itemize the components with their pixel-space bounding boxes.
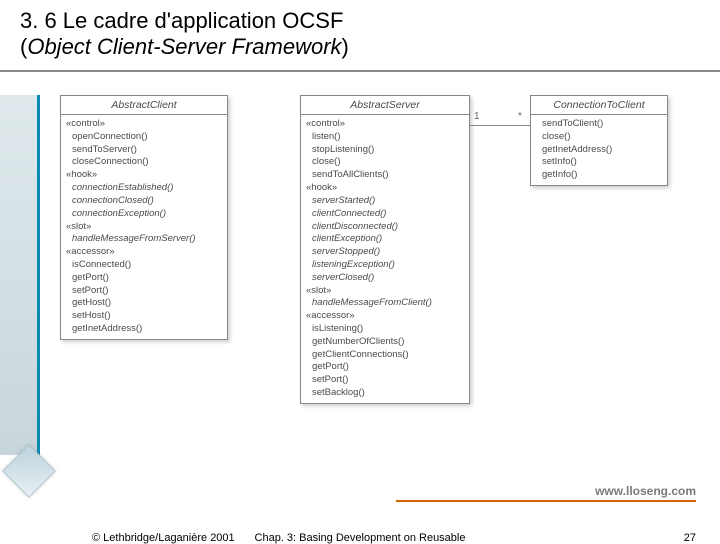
website-url: www.lloseng.com [595,484,696,498]
class-body: «control» listen() stopListening() close… [301,115,469,403]
slide-title: 3. 6 Le cadre d'application OCSF (Object… [0,0,720,72]
footer-page-number: 27 [684,532,696,544]
class-name: AbstractClient [61,96,227,115]
association-line [470,125,530,126]
side-decoration [0,95,40,455]
class-name: ConnectionToClient [531,96,667,115]
class-connection-to-client: ConnectionToClient sendToClient() close(… [530,95,668,186]
class-body: «control» openConnection() sendToServer(… [61,115,227,339]
title-line-1: 3. 6 Le cadre d'application OCSF [20,8,700,34]
class-body: sendToClient() close() getInetAddress() … [531,115,667,185]
url-underline [396,500,696,502]
class-abstract-client: AbstractClient «control» openConnection(… [60,95,228,340]
footer-chapter: Chap. 3: Basing Development on Reusable [0,532,720,544]
title-line-2: (Object Client-Server Framework) [20,34,700,60]
multiplicity-one: 1 [474,111,480,122]
multiplicity-many: * [518,111,522,122]
class-name: AbstractServer [301,96,469,115]
class-abstract-server: AbstractServer «control» listen() stopLi… [300,95,470,404]
